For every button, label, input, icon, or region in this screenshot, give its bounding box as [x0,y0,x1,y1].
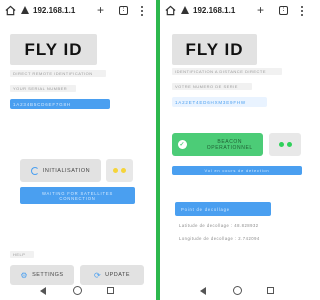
right-pane: 192.168.1.1 + : FLY ID IDENTIFICATION A … [160,0,316,300]
app-subtitle: DIRECT REMOTE IDENTIFICATION [10,70,106,77]
new-tab-icon[interactable]: + [257,3,264,17]
status-indicator [269,133,301,156]
home-circle-icon[interactable] [233,286,242,295]
screen: 192.168.1.1 + : FLY ID DIRECT REMOTE IDE… [0,0,316,300]
serial-number: 1A22ET4ED6HXM3E9FHW [172,97,267,107]
app-logo: FLY ID [172,34,257,65]
recent-apps-icon[interactable] [267,287,274,294]
gear-icon: ⚙ [20,270,29,280]
initialisation-button[interactable]: INITIALISATION [20,159,101,182]
app-logo: FLY ID [10,34,97,65]
takeoff-point-bar: Point de decollage [175,202,271,216]
status-dot [121,168,126,173]
menu-icon[interactable] [141,6,144,16]
home-icon[interactable] [5,5,16,16]
status-dot [278,142,284,147]
initialisation-label: INITIALISATION [42,167,91,174]
status-dot [286,142,292,147]
not-secure-icon[interactable] [181,6,189,14]
not-secure-icon[interactable] [21,6,29,14]
back-icon[interactable] [40,287,46,295]
browser-toolbar: 192.168.1.1 + : [0,0,156,22]
android-nav-bar [0,282,156,300]
recent-apps-icon[interactable] [107,287,114,294]
back-icon[interactable] [200,287,206,295]
new-tab-icon[interactable]: + [97,3,104,17]
address-bar[interactable]: 192.168.1.1 [193,6,235,15]
left-pane: 192.168.1.1 + : FLY ID DIRECT REMOTE IDE… [0,0,156,300]
loading-spinner-icon [30,166,39,175]
android-nav-bar [160,282,316,300]
check-icon: ✓ [178,140,187,149]
serial-label: YOUR SERIAL NUMBER [10,85,76,92]
takeoff-longitude: Longitude de decollage : 2.742094 [179,236,260,241]
status-dot [113,168,118,173]
settings-label: SETTINGS [32,272,64,278]
app-subtitle: IDENTIFICATION A DISTANCE DIRECTE [172,68,282,75]
update-icon: ⟳ [93,270,102,280]
tab-switcher-icon[interactable]: : [279,6,288,15]
waiting-message: WAITING FOR SATELLITES CONNECTION [20,187,135,204]
flight-status-bar: Vol en cours de detection [172,166,302,175]
status-indicator [106,159,133,182]
beacon-label: BEACON OPERATIONNEL [206,138,253,151]
browser-toolbar: 192.168.1.1 + : [160,0,316,22]
home-icon[interactable] [165,5,176,16]
help-link[interactable]: HELP [10,251,34,258]
takeoff-latitude: Latitude de decollage : 48.828932 [179,223,259,228]
update-label: UPDATE [105,272,131,278]
tab-switcher-icon[interactable]: : [119,6,128,15]
home-circle-icon[interactable] [73,286,82,295]
serial-label: VOTRE NUMERO DE SERIE [172,83,252,90]
address-bar[interactable]: 192.168.1.1 [33,6,75,15]
beacon-status-button[interactable]: ✓ BEACON OPERATIONNEL [172,133,263,156]
serial-number: 1A234B5CD6EF7G8H [10,99,110,109]
menu-icon[interactable] [301,6,304,16]
